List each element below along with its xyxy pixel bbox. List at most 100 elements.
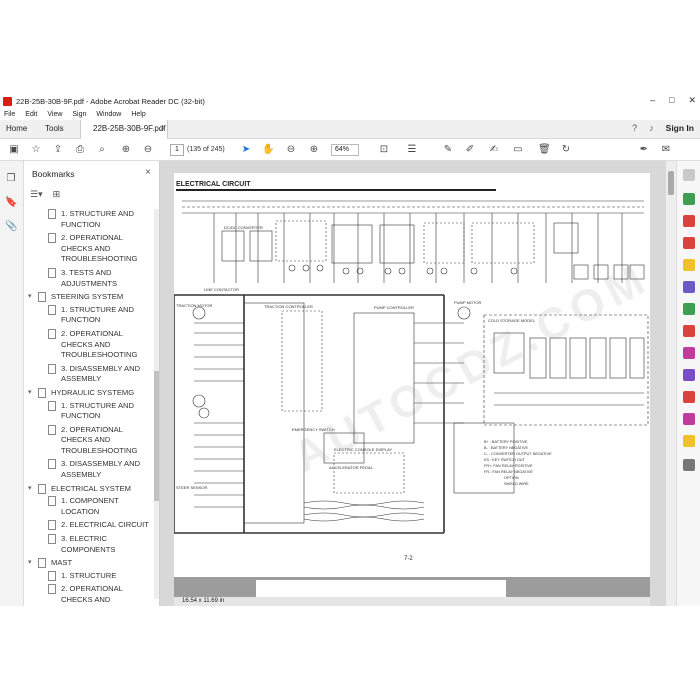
print-icon[interactable]: ⎙ [74,144,86,156]
protect-icon[interactable] [683,391,695,403]
bookmark-page-icon [48,584,56,595]
stamp-icon[interactable] [683,435,695,447]
scroll-mode-icon[interactable]: ☰ [406,144,418,156]
search-icon[interactable]: ⌕ [96,144,108,156]
help-icon[interactable]: ? [632,123,637,133]
bookmark-label: 3. ELECTRIC COMPONENTS [61,534,116,554]
fill-sign-icon[interactable] [683,347,695,359]
page-number-input[interactable]: 1 [170,144,184,156]
bookmark-item[interactable]: 1. STRUCTURE AND FUNCTION [24,209,156,230]
legend-item: SHIELD WIRE [504,482,529,486]
bookmark-item[interactable]: 1. STRUCTURE [24,570,156,582]
bookmark-options-icon[interactable]: ☰▾ [30,189,43,200]
bookmark-section[interactable]: ▾ STEERING SYSTEM [24,292,156,303]
sign-tool-icon[interactable]: ✒ [638,144,650,156]
organize-pages-icon[interactable] [683,303,695,315]
combine-files-icon[interactable] [683,281,695,293]
bookmark-item[interactable]: 2. OPERATIONAL CHECKS AND TROUBLESHOOTIN… [24,584,156,606]
expand-toggle-icon[interactable]: ▾ [28,388,38,398]
comment-icon[interactable]: ✎ [442,144,454,156]
tab-tools[interactable]: Tools [45,124,64,133]
tab-home[interactable]: Home [6,124,27,133]
attachments-icon[interactable]: 📎 [5,221,17,233]
select-cursor-icon[interactable]: ➤ [240,144,252,156]
bookmark-item[interactable]: 2. OPERATIONAL CHECKS AND TROUBLESHOOTIN… [24,424,156,457]
scan-ocr-icon[interactable] [683,413,695,425]
minimize-button[interactable]: – [650,95,655,106]
bookmark-page-icon [38,387,46,398]
document-scroll-thumb[interactable] [668,171,674,195]
document-view[interactable]: ELECTRICAL CIRCUIT TRACTION CONTROLLER P… [160,161,676,606]
search-tools-icon[interactable] [683,169,695,181]
menu-edit[interactable]: Edit [25,111,37,118]
upload-icon[interactable]: ⇪ [52,144,64,156]
zoom-select[interactable]: 64% [331,144,359,156]
document-scrollbar[interactable] [666,161,676,606]
expand-toggle-icon[interactable]: ▾ [28,558,38,568]
comment-tool-icon[interactable] [683,259,695,271]
zoom-in-icon[interactable]: ⊕ [308,144,320,156]
bookmark-item[interactable]: 1. COMPONENT LOCATION [24,496,156,517]
tab-close-icon[interactable]: × [160,123,165,133]
bookmark-item[interactable]: 2. ELECTRICAL CIRCUIT [24,520,156,531]
more-tools-icon[interactable] [683,459,695,471]
bookmark-item[interactable]: 1. STRUCTURE AND FUNCTION [24,304,156,326]
highlight-icon[interactable]: ✍ [488,144,500,156]
bookmark-label: 2. ELECTRICAL CIRCUIT [61,520,149,530]
redact-icon[interactable] [683,325,695,337]
edit-pdf-icon[interactable] [683,193,695,205]
export-pdf-icon[interactable] [683,215,695,227]
bookmark-section[interactable]: ▾ HYDRAULIC SYSTEMG [24,387,156,399]
bookmark-star-icon[interactable]: ☆ [30,144,42,156]
text-tool-icon[interactable]: ▭ [512,144,524,156]
menu-window[interactable]: Window [96,111,121,118]
undo-icon[interactable]: ↻ [560,144,572,156]
bookmark-page-icon [48,363,56,374]
tab-document[interactable]: 22B-25B-30B-9F.pdf [80,120,168,139]
save-icon[interactable]: ▣ [8,144,20,156]
bookmark-section[interactable]: ▾ ELECTRICAL SYSTEM [24,483,156,495]
bookmark-item[interactable]: 3. DISASSEMBLY AND ASSEMBLY [24,363,156,385]
bookmark-label: 1. STRUCTURE [61,570,117,580]
bookmark-page-icon [48,459,56,470]
bookmark-page-icon [48,304,56,315]
delete-icon[interactable]: 🗑 [538,144,551,156]
right-tools-rail [676,161,700,606]
expand-toggle-icon[interactable]: ▾ [28,292,38,302]
bookmark-item[interactable]: 3. TESTS AND ADJUSTMENTS [24,267,156,289]
menu-help[interactable]: Help [131,111,145,118]
next-page-icon[interactable]: ⊖ [142,144,154,156]
previous-page-icon[interactable]: ⊕ [120,144,132,156]
bookmark-item[interactable]: 2. OPERATIONAL CHECKS AND TROUBLESHOOTIN… [24,328,156,361]
fit-page-icon[interactable]: ⊡ [378,144,390,156]
bookmark-item[interactable]: 3. DISASSEMBLY AND ASSEMBLY [24,459,156,480]
bookmark-item[interactable]: 3. ELECTRIC COMPONENTS [24,534,156,555]
maximize-button[interactable]: □ [669,95,674,106]
send-for-signature-icon[interactable] [683,369,695,381]
pages-icon[interactable]: ❐ [5,173,17,185]
create-pdf-icon[interactable] [683,237,695,249]
bookmark-page-icon [48,520,56,531]
bookmarks-icon[interactable]: 🔖 [5,197,17,209]
bookmark-new-icon[interactable]: ⊞ [53,189,61,200]
dcdc-label: DC/DC CONVERTER [224,225,263,230]
bookmark-item[interactable]: 2. OPERATIONAL CHECKS AND TROUBLESHOOTIN… [24,233,156,265]
sign-in-button[interactable]: Sign In [666,123,694,133]
bookmark-page-icon [48,496,56,507]
zoom-out-icon[interactable]: ⊖ [285,144,297,156]
bookmark-page-icon [48,570,56,581]
share-email-icon[interactable]: ✉ [660,144,672,156]
bell-icon[interactable]: ♪ [649,123,654,133]
bookmark-item[interactable]: 1. STRUCTURE AND FUNCTION [24,400,156,422]
bookmarks-scroll-thumb[interactable] [154,371,159,501]
menu-view[interactable]: View [47,111,62,118]
bookmark-section[interactable]: ▾ MAST [24,558,156,569]
pen-icon[interactable]: ✐ [464,144,476,156]
hand-tool-icon[interactable]: ✋ [262,144,274,156]
close-panel-icon[interactable]: × [145,167,151,178]
page-number-label: 7-2 [404,556,413,562]
menu-sign[interactable]: Sign [72,111,86,118]
expand-toggle-icon[interactable]: ▾ [28,484,38,494]
close-window-button[interactable]: ✕ [688,95,696,106]
menu-file[interactable]: File [4,111,15,118]
